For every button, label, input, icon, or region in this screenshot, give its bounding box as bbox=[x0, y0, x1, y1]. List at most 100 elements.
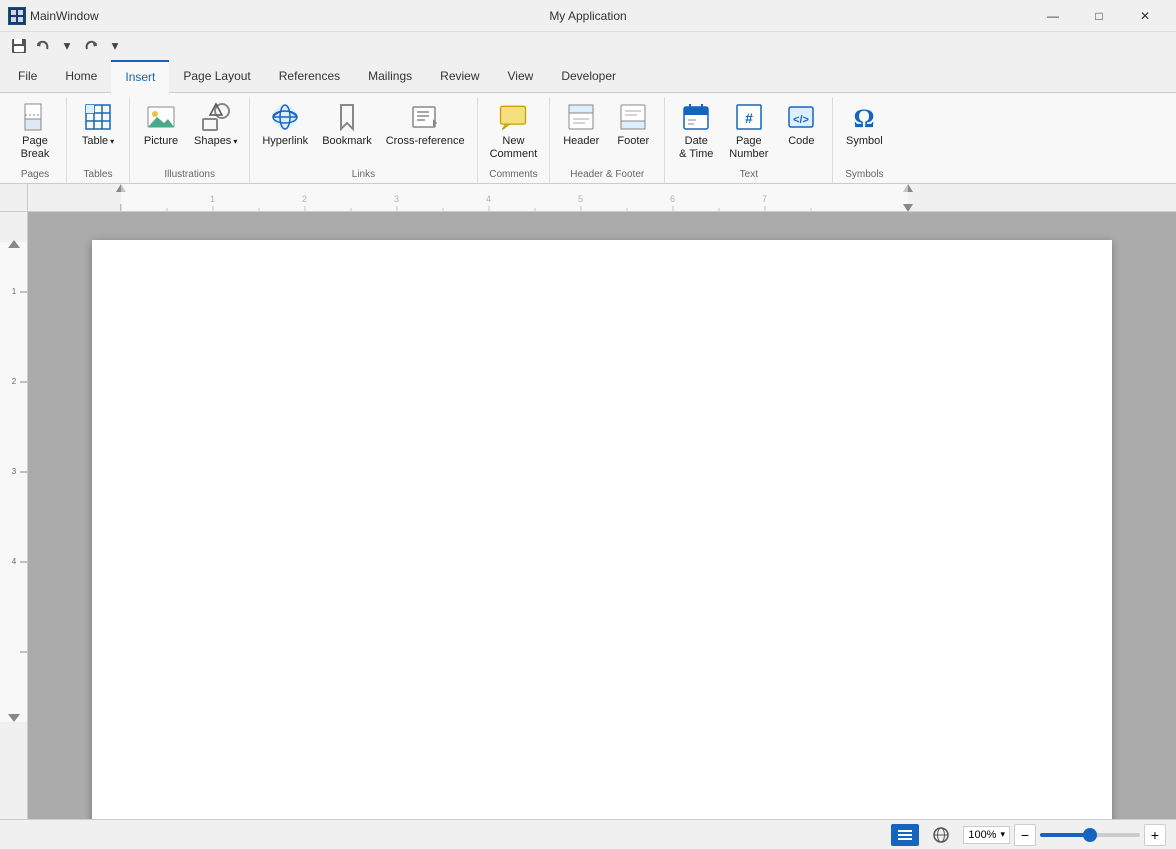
header-icon bbox=[565, 101, 597, 133]
ribbon-tabs: File Home Insert Page Layout References … bbox=[0, 60, 1176, 93]
bookmark-button[interactable]: Bookmark bbox=[316, 97, 378, 152]
ribbon-group-illustrations: Picture Shapes ▾ bbox=[130, 97, 250, 183]
shapes-label: Shapes ▾ bbox=[194, 135, 237, 148]
text-items: Date& Time # PageNumber bbox=[671, 97, 826, 165]
newcomment-button[interactable]: NewComment bbox=[484, 97, 544, 165]
datetime-button[interactable]: Date& Time bbox=[671, 97, 721, 165]
document-page bbox=[92, 240, 1112, 819]
scroll-area[interactable] bbox=[28, 212, 1176, 819]
crossreference-label: Cross-reference bbox=[386, 135, 465, 148]
vertical-ruler-svg: 1 2 3 4 bbox=[0, 212, 28, 812]
bookmark-label: Bookmark bbox=[322, 135, 372, 148]
headerfooter-group-label: Header & Footer bbox=[556, 165, 658, 183]
svg-text:</>: </> bbox=[793, 114, 809, 126]
shapes-icon bbox=[200, 101, 232, 133]
zoom-control: 100% ▾ − + bbox=[963, 824, 1166, 846]
headerfooter-items: Header Footer bbox=[556, 97, 658, 165]
symbol-label: Symbol bbox=[846, 135, 883, 148]
symbols-items: Ω Symbol bbox=[839, 97, 889, 165]
bookmark-icon bbox=[331, 101, 363, 133]
table-label: Table ▾ bbox=[82, 135, 114, 148]
illustrations-items: Picture Shapes ▾ bbox=[136, 97, 243, 165]
code-icon: </> bbox=[785, 101, 817, 133]
code-label: Code bbox=[788, 135, 814, 148]
tab-view[interactable]: View bbox=[494, 60, 548, 92]
zoom-slider[interactable] bbox=[1040, 833, 1140, 837]
footer-button[interactable]: Footer bbox=[608, 97, 658, 152]
zoom-in-button[interactable]: + bbox=[1144, 824, 1166, 846]
table-button[interactable]: Table ▾ bbox=[73, 97, 123, 152]
svg-text:1: 1 bbox=[12, 287, 17, 296]
hyperlink-button[interactable]: Hyperlink bbox=[256, 97, 314, 152]
zoom-value: 100% bbox=[968, 829, 996, 841]
header-button[interactable]: Header bbox=[556, 97, 606, 152]
pagenumber-label: PageNumber bbox=[729, 135, 768, 161]
horizontal-ruler: 1 2 3 4 5 6 7 bbox=[28, 184, 1176, 212]
tab-insert[interactable]: Insert bbox=[111, 60, 169, 92]
svg-text:4: 4 bbox=[12, 557, 17, 566]
ribbon-group-links: Hyperlink Bookmark bbox=[250, 97, 477, 183]
crossreference-button[interactable]: Cross-reference bbox=[380, 97, 471, 152]
shapes-button[interactable]: Shapes ▾ bbox=[188, 97, 243, 152]
zoom-slider-thumb[interactable] bbox=[1083, 828, 1097, 842]
pagebreak-button[interactable]: PageBreak bbox=[10, 97, 60, 165]
hyperlink-label: Hyperlink bbox=[262, 135, 308, 148]
undo-dropdown[interactable]: ▾ bbox=[56, 35, 78, 57]
horizontal-ruler-svg: 1 2 3 4 5 6 7 bbox=[28, 184, 1176, 212]
comments-items: NewComment bbox=[484, 97, 544, 165]
footer-label: Footer bbox=[617, 135, 649, 148]
pagenumber-button[interactable]: # PageNumber bbox=[723, 97, 774, 165]
pages-group-label: Pages bbox=[10, 165, 60, 183]
ribbon-group-text: Date& Time # PageNumber bbox=[665, 97, 833, 183]
app-icon bbox=[8, 7, 26, 25]
picture-label: Picture bbox=[144, 135, 178, 148]
quick-access-toolbar: ▾ ▾ bbox=[0, 32, 1176, 60]
header-label: Header bbox=[563, 135, 599, 148]
tab-home[interactable]: Home bbox=[51, 60, 111, 92]
crossreference-icon bbox=[409, 101, 441, 133]
zoom-out-button[interactable]: − bbox=[1014, 824, 1036, 846]
pagebreak-label: PageBreak bbox=[21, 135, 50, 161]
zoom-dropdown[interactable]: 100% ▾ bbox=[963, 826, 1010, 844]
window-controls: — □ ✕ bbox=[1030, 0, 1168, 32]
picture-icon bbox=[145, 101, 177, 133]
tables-items: Table ▾ bbox=[73, 97, 123, 165]
tab-mailings[interactable]: Mailings bbox=[354, 60, 426, 92]
tab-review[interactable]: Review bbox=[426, 60, 493, 92]
title-bar-left: MainWindow bbox=[8, 7, 99, 25]
minimize-button[interactable]: — bbox=[1030, 0, 1076, 32]
datetime-label: Date& Time bbox=[679, 135, 713, 161]
app-name-label: MainWindow bbox=[30, 9, 99, 23]
newcomment-label: NewComment bbox=[490, 135, 538, 161]
svg-text:Ω: Ω bbox=[854, 104, 875, 133]
main-window: MainWindow My Application — □ ✕ ▾ ▾ File… bbox=[0, 0, 1176, 849]
svg-text:#: # bbox=[745, 110, 753, 126]
ribbon-group-symbols: Ω Symbol Symbols bbox=[833, 97, 895, 183]
close-button[interactable]: ✕ bbox=[1122, 0, 1168, 32]
redo-button[interactable] bbox=[80, 35, 102, 57]
title-bar: MainWindow My Application — □ ✕ bbox=[0, 0, 1176, 32]
view-web-button[interactable] bbox=[927, 824, 955, 846]
customize-qa-button[interactable]: ▾ bbox=[104, 35, 126, 57]
pagenumber-icon: # bbox=[733, 101, 765, 133]
ribbon: File Home Insert Page Layout References … bbox=[0, 60, 1176, 184]
symbol-button[interactable]: Ω Symbol bbox=[839, 97, 889, 152]
links-group-label: Links bbox=[256, 165, 470, 183]
comments-group-label: Comments bbox=[484, 165, 544, 183]
code-button[interactable]: </> Code bbox=[776, 97, 826, 152]
maximize-button[interactable]: □ bbox=[1076, 0, 1122, 32]
corner-ruler bbox=[0, 184, 28, 212]
save-button[interactable] bbox=[8, 35, 30, 57]
svg-text:3: 3 bbox=[12, 467, 17, 476]
tab-pagelayout[interactable]: Page Layout bbox=[169, 60, 264, 92]
content-area: 1 2 3 4 bbox=[0, 212, 1176, 819]
datetime-icon bbox=[680, 101, 712, 133]
undo-button[interactable] bbox=[32, 35, 54, 57]
tab-developer[interactable]: Developer bbox=[547, 60, 630, 92]
picture-button[interactable]: Picture bbox=[136, 97, 186, 152]
tab-file[interactable]: File bbox=[4, 60, 51, 92]
svg-text:2: 2 bbox=[12, 377, 17, 386]
view-normal-button[interactable] bbox=[891, 824, 919, 846]
tab-references[interactable]: References bbox=[265, 60, 354, 92]
vertical-ruler: 1 2 3 4 bbox=[0, 212, 28, 819]
